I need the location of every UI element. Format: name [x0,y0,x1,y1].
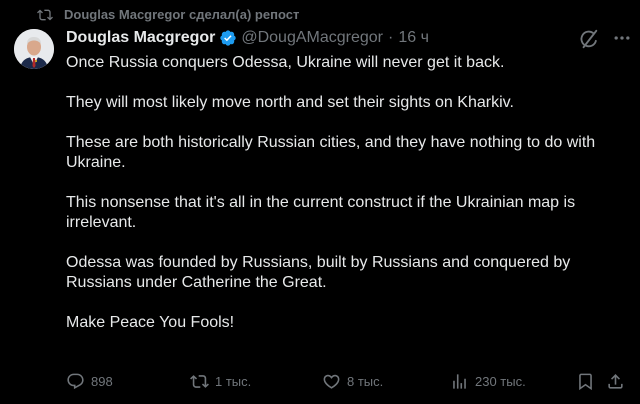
like-count: 8 тыс. [347,373,384,389]
share-button[interactable] [606,370,625,392]
like-button[interactable]: 8 тыс. [322,370,383,392]
tweet[interactable]: Douglas Macgregor сделал(а) репост Dougl… [0,0,640,404]
retweet-icon [190,374,209,388]
views-icon [453,373,466,389]
verified-badge-icon[interactable] [219,29,237,47]
heart-icon [323,374,340,389]
retweet-count: 1 тыс. [215,373,252,389]
more-options-icon[interactable] [612,28,632,48]
tweet-header: Douglas Macgregor @DougAMacgregor · 16 ч [66,27,429,49]
bookmark-icon [579,373,592,390]
author-handle[interactable]: @DougAMacgregor [241,29,383,47]
author-name[interactable]: Douglas Macgregor [66,29,215,47]
tweet-paragraph: This nonsense that it's all in the curre… [66,194,576,231]
tweet-paragraph: Once Russia conquers Odessa, Ukraine wil… [66,54,505,71]
tweet-paragraph: These are both historically Russian citi… [66,134,596,171]
retweet-button[interactable]: 1 тыс. [190,370,251,392]
tweet-text: Once Russia conquers Odessa, Ukraine wil… [66,53,634,333]
reply-count: 898 [91,373,113,389]
tweet-paragraph: Make Peace You Fools! [66,314,235,331]
reply-button[interactable]: 898 [66,370,113,392]
grok-icon[interactable] [578,28,600,50]
tweet-timestamp[interactable]: 16 ч [398,29,429,47]
avatar[interactable] [14,29,54,69]
views-button[interactable]: 230 тыс. [450,370,526,392]
tweet-paragraph: They will most likely move north and set… [66,94,514,111]
share-icon [608,373,623,389]
tweet-actions: 898 1 тыс. 8 тыс. 230 тыс. [0,370,640,392]
repost-context[interactable]: Douglas Macgregor сделал(а) репост [0,4,640,26]
repost-label: Douglas Macgregor сделал(а) репост [64,7,300,22]
avatar-image [14,29,54,69]
views-count: 230 тыс. [475,373,526,389]
tweet-paragraph: Odessa was founded by Russians, built by… [66,254,571,291]
bookmark-button[interactable] [576,370,595,392]
repost-icon [37,9,53,21]
reply-icon [67,373,84,389]
separator-dot: · [388,29,394,46]
